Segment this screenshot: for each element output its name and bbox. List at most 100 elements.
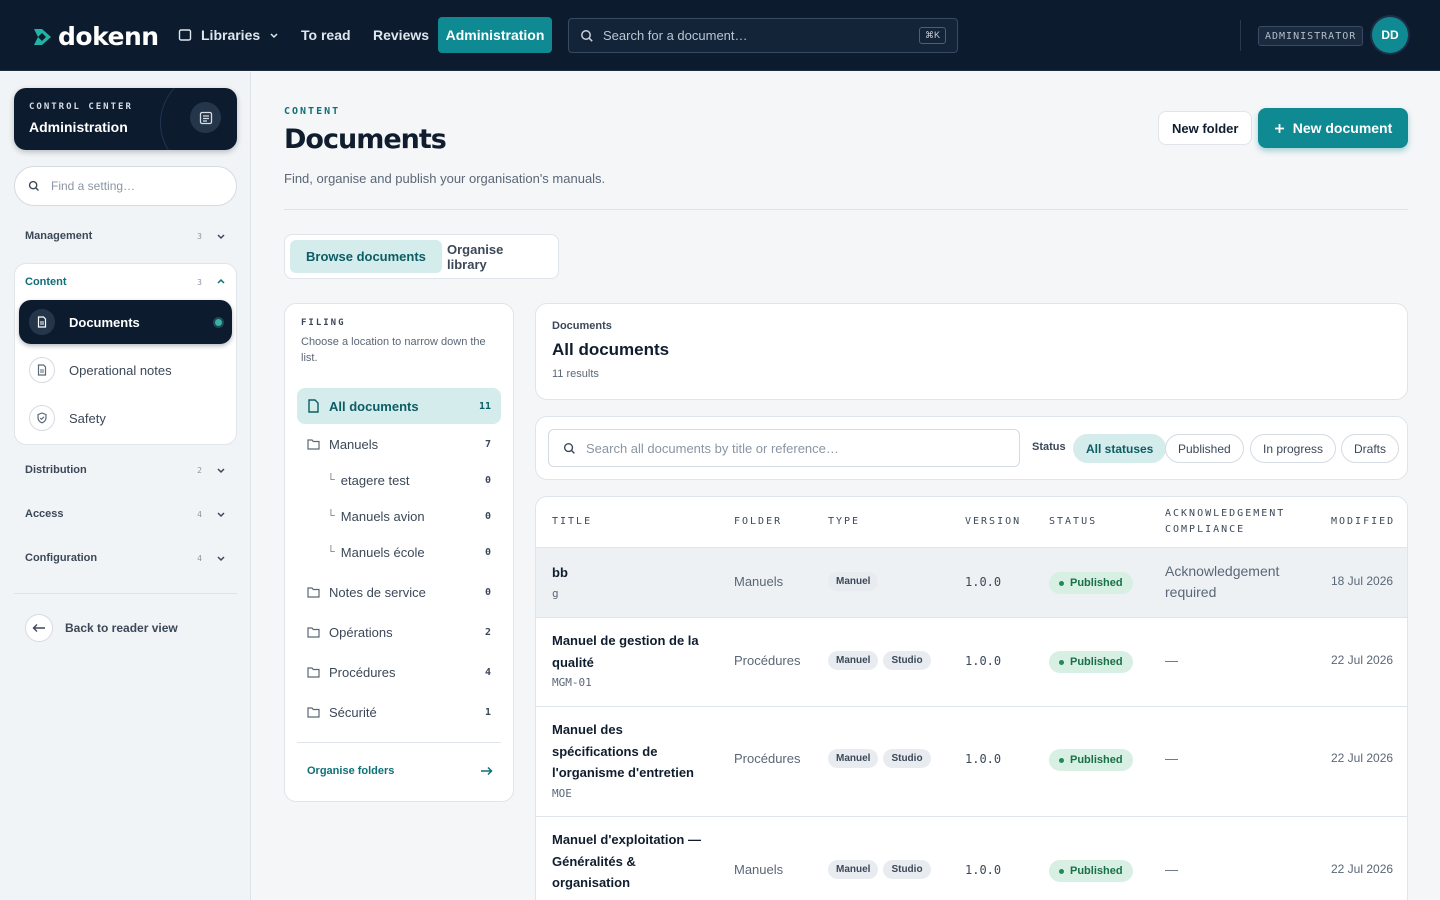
results-count: 11 results (552, 368, 599, 380)
folder-operations[interactable]: Opérations 2 (297, 614, 501, 650)
type-tag: Studio (883, 651, 931, 670)
sidebar-group-management[interactable]: Management 3 (14, 218, 237, 254)
group-count: 4 (197, 509, 202, 519)
status-chip-all[interactable]: All statuses (1073, 434, 1167, 463)
table-header: TITLE FOLDER TYPE VERSION STATUS ACKNOWL… (536, 497, 1407, 548)
filing-panel: FILING Choose a location to narrow down … (284, 303, 514, 802)
version-cell: 1.0.0 (965, 752, 1002, 766)
sidebar-group-content-header[interactable]: Content 3 (15, 264, 236, 300)
column-header-folder[interactable]: FOLDER (734, 514, 782, 530)
table-row[interactable]: bb g Manuels Manuel 1.0.0 Published Ackn… (536, 548, 1407, 618)
tab-organise-library[interactable]: Organise library (431, 240, 558, 273)
logo[interactable]: dokenn (32, 22, 159, 51)
folder-name: Manuels avion (340, 508, 425, 524)
folder-name: All documents (329, 398, 419, 414)
search-icon (563, 442, 575, 454)
user-avatar[interactable]: DD (1372, 17, 1408, 53)
nav-to-read[interactable]: To read (289, 17, 363, 53)
folder-name: Procédures (329, 664, 396, 680)
folder-icon (307, 587, 320, 598)
nav-libraries[interactable]: Libraries (166, 17, 291, 53)
folder-manuels-avion[interactable]: └ Manuels avion 0 (297, 498, 501, 534)
divider (284, 209, 1408, 210)
folder-notes-de-service[interactable]: Notes de service 0 (297, 574, 501, 610)
modified-cell: 22 Jul 2026 (1331, 751, 1394, 765)
filing-description: Choose a location to narrow down the lis… (301, 336, 486, 364)
sidebar-item-safety[interactable]: Safety (19, 396, 232, 440)
back-to-reader-link[interactable]: Back to reader view (25, 614, 178, 642)
sidebar-group-configuration[interactable]: Configuration 4 (14, 540, 237, 576)
column-header-type[interactable]: TYPE (828, 514, 860, 530)
type-cell: Manuel Studio (828, 749, 936, 768)
document-title: Manuel de gestion de la qualité (552, 633, 699, 670)
version-cell: 1.0.0 (965, 863, 1002, 877)
new-document-button[interactable]: New document (1258, 108, 1408, 148)
document-search-input[interactable]: Search all documents by title or referen… (548, 429, 1020, 467)
type-tag: Manuel (828, 749, 879, 768)
global-search-input[interactable]: Search for a document… ⌘K (568, 18, 958, 53)
settings-search-input[interactable]: Find a setting… (14, 166, 237, 206)
divider (14, 593, 237, 594)
admin-sidebar: CONTROL CENTER Administration Find a set… (0, 72, 251, 900)
folder-cell: Manuels (734, 862, 784, 877)
nav-administration[interactable]: Administration (438, 17, 552, 53)
column-header-modified[interactable]: MODIFIED (1331, 514, 1395, 530)
document-title: bb (552, 565, 568, 580)
new-folder-button[interactable]: New folder (1158, 111, 1253, 145)
folder-procedures[interactable]: Procédures 4 (297, 654, 501, 690)
column-header-acknowledgement[interactable]: ACKNOWLEDGEMENT (1165, 506, 1285, 522)
global-search-placeholder: Search for a document… (603, 28, 748, 43)
control-center-icon[interactable] (190, 102, 221, 133)
column-header-version[interactable]: VERSION (965, 514, 1021, 530)
status-chip-drafts[interactable]: Drafts (1341, 434, 1400, 463)
control-center-card: CONTROL CENTER Administration (14, 88, 237, 150)
group-label: Management (25, 230, 93, 242)
nav-reviews[interactable]: Reviews (361, 17, 441, 53)
table-row[interactable]: Manuel des spécifications de l'organisme… (536, 707, 1407, 817)
type-tag: Studio (883, 860, 931, 879)
organise-folders-label: Organise folders (307, 765, 395, 777)
folder-securite[interactable]: Sécurité 1 (297, 694, 501, 730)
folder-manuels[interactable]: Manuels 7 (297, 426, 501, 462)
sidebar-item-label: Operational notes (69, 362, 172, 378)
top-navigation-bar: dokenn Libraries To read Reviews Adminis… (0, 0, 1440, 71)
column-header-title[interactable]: TITLE (552, 514, 592, 530)
acknowledgement-cell: — (1165, 653, 1178, 668)
folder-name: etagere test (340, 472, 410, 488)
results-header-card: Documents All documents 11 results (535, 303, 1408, 400)
sidebar-item-label: Safety (69, 410, 106, 426)
acknowledgement-cell: Acknowledgement required (1165, 563, 1280, 600)
folder-all-documents[interactable]: All documents 11 (297, 388, 501, 424)
sidebar-item-documents[interactable]: Documents (19, 300, 232, 344)
page-subtitle: Find, organise and publish your organisa… (284, 171, 606, 186)
sidebar-item-operational-notes[interactable]: Operational notes (19, 348, 232, 392)
chevron-down-icon (217, 556, 225, 562)
table-row[interactable]: Manuel de gestion de la qualité MGM-01 P… (536, 618, 1407, 707)
type-cell: Manuel (828, 572, 883, 591)
status-badge: Published (1049, 749, 1133, 771)
results-heading: All documents (552, 340, 670, 359)
sidebar-group-distribution[interactable]: Distribution 2 (14, 452, 237, 488)
documents-table: TITLE FOLDER TYPE VERSION STATUS ACKNOWL… (535, 496, 1408, 900)
folder-etagere-test[interactable]: └ etagere test 0 (297, 462, 501, 498)
organise-folders-link[interactable]: Organise folders (307, 765, 493, 777)
divider (1240, 20, 1241, 51)
table-row[interactable]: Manuel d'exploitation — Généralités & or… (536, 817, 1407, 900)
column-header-compliance[interactable]: COMPLIANCE (1165, 522, 1245, 538)
folder-count: 0 (484, 510, 491, 522)
group-label: Configuration (25, 552, 98, 564)
sidebar-group-access[interactable]: Access 4 (14, 496, 237, 532)
document-title-cell: Manuel des spécifications de l'organisme… (552, 719, 712, 804)
sidebar-group-content: Content 3 Documents Operational notes Sa… (14, 263, 237, 445)
status-chip-in-progress[interactable]: In progress (1250, 434, 1337, 463)
folder-count: 0 (484, 474, 491, 486)
folder-manuels-ecole[interactable]: └ Manuels école 0 (297, 534, 501, 570)
tab-browse-documents[interactable]: Browse documents (290, 240, 442, 273)
view-tabs: Browse documents Organise library (284, 234, 559, 279)
page-title: Documents (284, 124, 447, 155)
version-cell: 1.0.0 (965, 654, 1002, 668)
arrow-left-icon (25, 614, 53, 642)
type-cell: Manuel Studio (828, 651, 936, 670)
status-chip-published[interactable]: Published (1165, 434, 1244, 463)
column-header-status[interactable]: STATUS (1049, 514, 1097, 530)
